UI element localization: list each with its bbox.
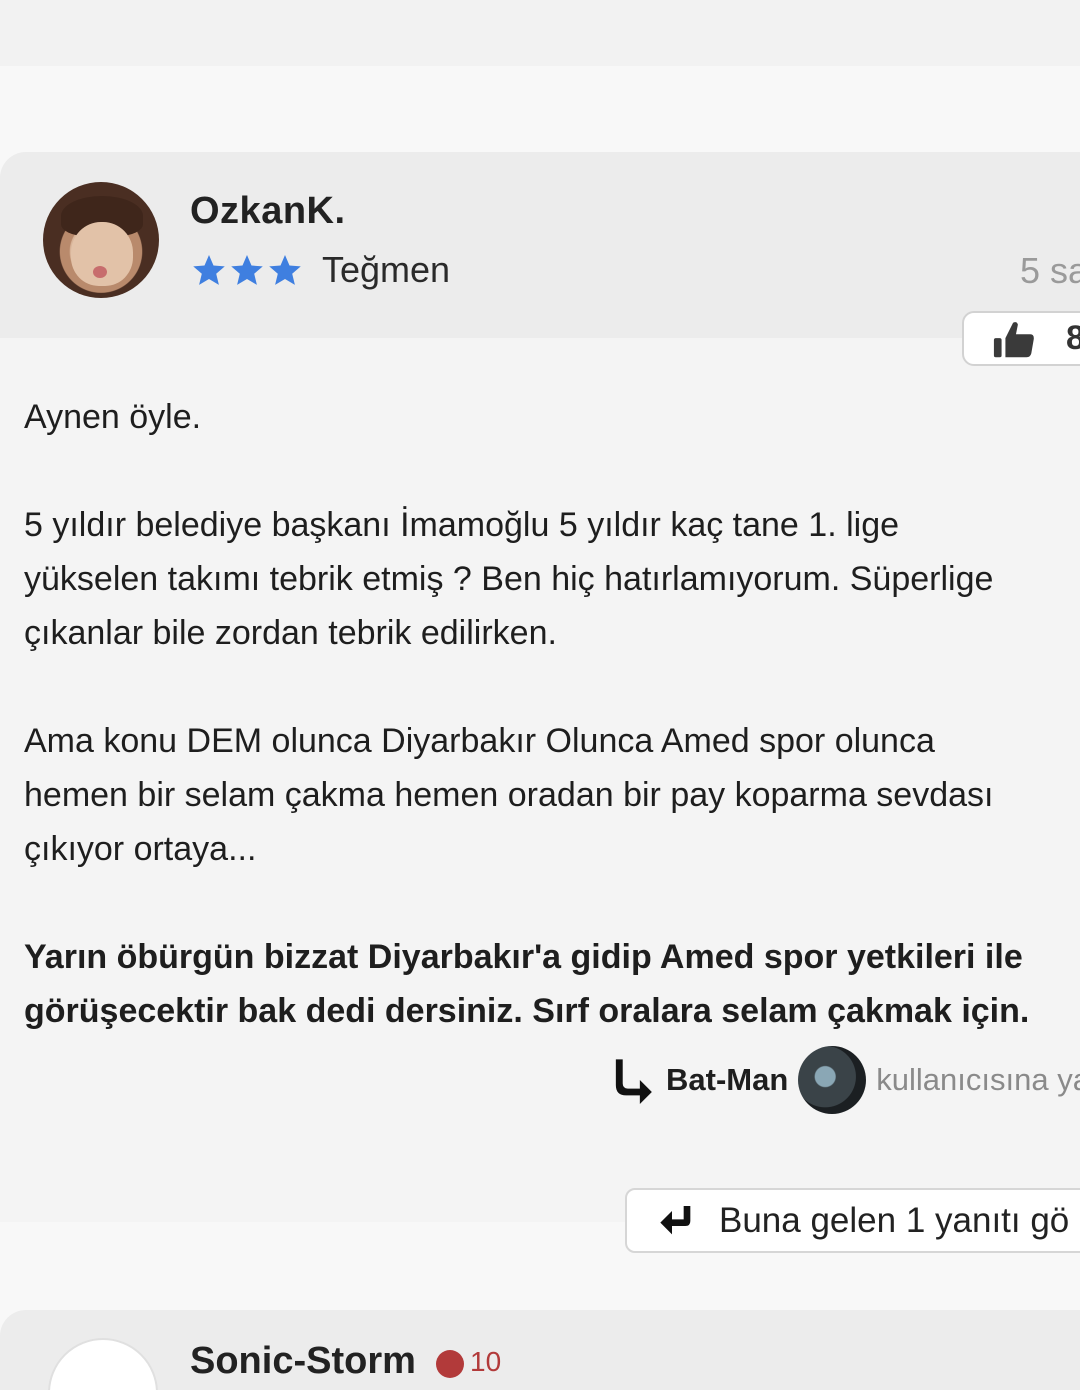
- top-band: [0, 0, 1080, 66]
- body-line-bold: görüşecektir bak dedi dersiniz. Sırf ora…: [24, 992, 1030, 1030]
- reply-to-username[interactable]: Bat-Man: [666, 1062, 788, 1098]
- next-username[interactable]: Sonic-Storm: [190, 1340, 416, 1383]
- reply-to-avatar[interactable]: [798, 1046, 867, 1114]
- next-comment-card: Sonic-Storm 10: [0, 1310, 1080, 1390]
- show-replies-button[interactable]: Buna gelen 1 yanıtı gö: [625, 1188, 1080, 1253]
- comment-timestamp: 5 sa: [1020, 250, 1080, 291]
- star-icon: [193, 255, 225, 285]
- avatar-tongue: [93, 266, 107, 278]
- user-avatar[interactable]: [43, 182, 159, 298]
- body-line: Ama konu DEM olunca Diyarbakır Olunca Am…: [24, 722, 935, 760]
- rank-stars: [190, 252, 304, 288]
- star-icon: [231, 255, 263, 285]
- comment-card: OzkanK. Teğmen 5 sa Aynen öyle. 5 yıldır…: [0, 152, 1080, 1222]
- body-line: hemen bir selam çakma hemen oradan bir p…: [24, 776, 994, 814]
- badge-icon: [436, 1350, 464, 1378]
- reply-return-icon: [660, 1205, 691, 1234]
- next-badge-count: 10: [470, 1346, 502, 1377]
- show-replies-label: Buna gelen 1 yanıtı gö: [719, 1200, 1070, 1240]
- body-line: çıkanlar bile zordan tebrik edilirken.: [24, 614, 557, 652]
- star-icon: [269, 255, 301, 285]
- like-count: 8: [1066, 319, 1080, 357]
- body-line: yükselen takımı tebrik etmiş ? Ben hiç h…: [24, 560, 994, 598]
- reply-arrow-icon: [615, 1059, 652, 1104]
- like-button[interactable]: 8: [962, 311, 1080, 366]
- next-user-avatar[interactable]: [48, 1338, 158, 1390]
- rank-label: Teğmen: [322, 249, 451, 290]
- reply-to[interactable]: Bat-Man kullanıcısına ya: [612, 1044, 1080, 1116]
- username[interactable]: OzkanK.: [190, 190, 346, 233]
- thumbs-up-icon: [993, 322, 1034, 358]
- user-rank: Teğmen: [190, 248, 450, 292]
- body-line: Aynen öyle.: [24, 398, 202, 436]
- body-line: 5 yıldır belediye başkanı İmamoğlu 5 yıl…: [24, 506, 900, 544]
- comment-header: OzkanK. Teğmen 5 sa: [0, 152, 1080, 338]
- body-line-bold: Yarın öbürgün bizzat Diyarbakır'a gidip …: [24, 938, 1023, 976]
- comment-body: Aynen öyle. 5 yıldır belediye başkanı İm…: [24, 390, 1080, 1038]
- reply-to-suffix: kullanıcısına ya: [876, 1062, 1080, 1097]
- body-line: çıkıyor ortaya...: [24, 830, 257, 868]
